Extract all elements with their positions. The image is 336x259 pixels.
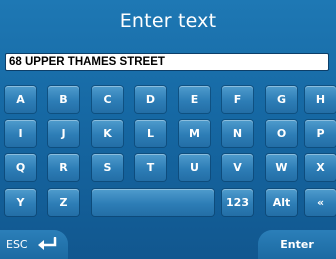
text-entry-value: 68 UPPER THAMES STREET — [9, 56, 165, 68]
key-y[interactable]: Y — [5, 189, 36, 216]
key-j[interactable]: J — [48, 120, 79, 147]
enter-text-screen: Enter text 68 UPPER THAMES STREET A B C … — [0, 0, 336, 259]
key-t[interactable]: T — [135, 154, 166, 181]
esc-button[interactable]: ESC — [0, 230, 68, 259]
key-s[interactable]: S — [92, 154, 123, 181]
esc-label: ESC — [6, 238, 28, 251]
space-key[interactable] — [92, 189, 214, 216]
key-i[interactable]: I — [5, 120, 36, 147]
key-f[interactable]: F — [222, 86, 253, 113]
return-arrow-icon — [38, 237, 57, 250]
key-n[interactable]: N — [222, 120, 253, 147]
key-c[interactable]: C — [92, 86, 123, 113]
text-entry-field[interactable]: 68 UPPER THAMES STREET — [5, 53, 329, 71]
enter-button[interactable]: Enter — [258, 230, 336, 259]
key-p[interactable]: P — [305, 120, 336, 147]
key-m[interactable]: M — [179, 120, 210, 147]
key-g[interactable]: G — [266, 86, 297, 113]
key-v[interactable]: V — [222, 154, 253, 181]
key-x[interactable]: X — [305, 154, 336, 181]
key-z[interactable]: Z — [48, 189, 79, 216]
key-l[interactable]: L — [135, 120, 166, 147]
key-q[interactable]: Q — [5, 154, 36, 181]
key-o[interactable]: O — [266, 120, 297, 147]
key-e[interactable]: E — [179, 86, 210, 113]
key-b[interactable]: B — [48, 86, 79, 113]
alt-key[interactable]: Alt — [266, 189, 297, 216]
key-r[interactable]: R — [48, 154, 79, 181]
key-d[interactable]: D — [135, 86, 166, 113]
numbers-key[interactable]: 123 — [222, 189, 253, 216]
key-u[interactable]: U — [179, 154, 210, 181]
key-k[interactable]: K — [92, 120, 123, 147]
screen-title: Enter text — [119, 10, 217, 32]
key-w[interactable]: W — [266, 154, 297, 181]
key-h[interactable]: H — [305, 86, 336, 113]
backspace-key[interactable]: « — [305, 189, 336, 216]
key-a[interactable]: A — [5, 86, 36, 113]
